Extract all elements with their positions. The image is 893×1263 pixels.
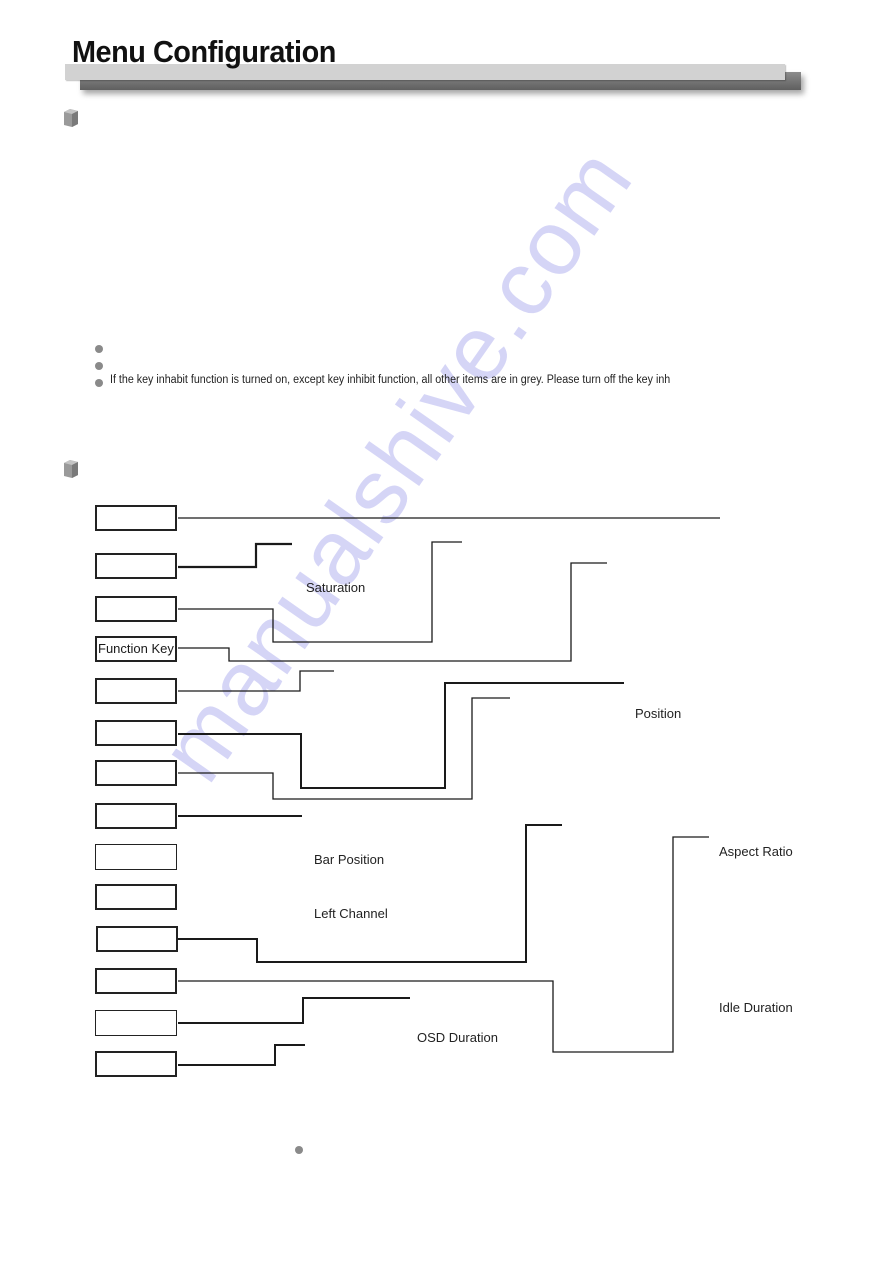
menu-box-13 [95, 1010, 177, 1036]
menu-box-2 [95, 553, 177, 579]
menu-box-3 [95, 596, 177, 622]
menu-box-5 [95, 678, 177, 704]
menu-box-14 [95, 1051, 177, 1077]
connector-7 [178, 697, 510, 800]
label-bar-position: Bar Position [314, 852, 385, 867]
menu-box-10 [95, 884, 177, 910]
footer-bullet [295, 1146, 303, 1154]
menu-box-8 [95, 803, 177, 829]
connector-2 [178, 542, 292, 569]
label-saturation: Saturation [306, 580, 366, 595]
label-idle-duration: Idle Duration [719, 1000, 793, 1015]
menu-box-12 [95, 968, 177, 994]
menu-box-7 [95, 760, 177, 786]
label-osd-duration: OSD Duration [417, 1030, 498, 1045]
menu-box-1 [95, 505, 177, 531]
connector-4 [178, 562, 607, 662]
menu-box-9 [95, 844, 177, 870]
label-aspect-ratio: Aspect Ratio [719, 844, 793, 859]
connector-13 [178, 997, 410, 1024]
menu-box-6 [95, 720, 177, 746]
connector-6 [178, 682, 624, 789]
connector-11 [178, 824, 562, 963]
connector-5 [178, 670, 334, 692]
connector-14 [178, 1044, 305, 1066]
menu-box-function-key: Function Key [95, 636, 177, 662]
label-left-channel: Left Channel [314, 906, 388, 921]
label-position: Position [635, 706, 682, 721]
menu-box-11 [96, 926, 178, 952]
